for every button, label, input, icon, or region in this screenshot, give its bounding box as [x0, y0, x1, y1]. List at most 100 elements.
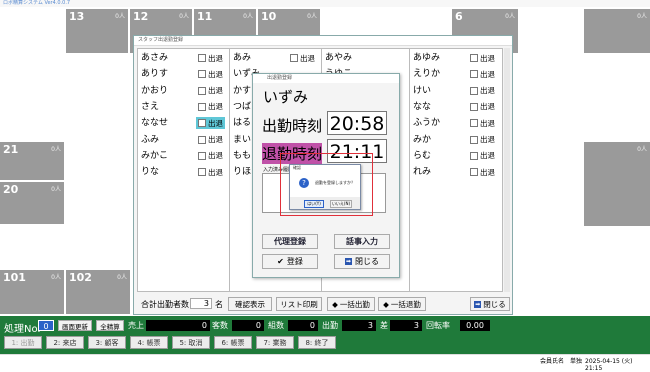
staff-name[interactable]: あゆみ	[413, 51, 440, 65]
groups-label: 組数	[268, 321, 284, 330]
attendance-toggle[interactable]: 出退	[468, 85, 497, 97]
staff-scrollbar[interactable]	[504, 48, 510, 292]
staff-name[interactable]: はる	[233, 116, 251, 130]
seat-tile-101[interactable]: 101 0人	[0, 270, 64, 314]
staff-name[interactable]: りな	[141, 165, 159, 179]
confirm-no-button[interactable]: いいえ(N)	[330, 200, 352, 208]
function-key-8[interactable]: 8: 終了	[298, 336, 336, 349]
attendance-status: 出退	[300, 53, 315, 63]
checkbox-icon	[470, 151, 478, 160]
staff-close-label: 閉じる	[483, 299, 506, 309]
seat-tile-20[interactable]: 20 0人	[0, 182, 64, 224]
attendance-toggle[interactable]: 出退	[196, 150, 225, 162]
screen-update-button[interactable]: 画面更新	[58, 320, 92, 331]
attendance-status: 出退	[480, 118, 495, 128]
register-button[interactable]: ✔ 登録	[262, 254, 318, 269]
staff-name[interactable]: りほ	[233, 165, 251, 179]
function-key-6[interactable]: 6: 帳票	[214, 336, 252, 349]
function-key-5[interactable]: 5: 取消	[172, 336, 210, 349]
total-calc-button[interactable]: 全精算	[96, 320, 124, 331]
staff-name[interactable]: あみ	[233, 51, 251, 65]
staff-name[interactable]: えりか	[413, 67, 440, 81]
detail-close-button[interactable]: ➡ 閉じる	[334, 254, 390, 269]
door-icon: ➡	[474, 300, 482, 308]
checkmark-icon: ✔	[277, 257, 284, 266]
seat-tile-13[interactable]: 13 0人	[66, 9, 128, 53]
seat-count: 0人	[179, 13, 189, 20]
checkbox-icon	[198, 70, 206, 79]
staff-name[interactable]: みか	[413, 133, 431, 147]
proc-label: 処理No.	[4, 324, 41, 335]
staff-name[interactable]: ななせ	[141, 116, 168, 130]
seat-count: 0人	[117, 274, 127, 281]
attendance-status: 出退	[208, 53, 223, 63]
bulk-in-button[interactable]: ◆ 一括出勤	[327, 297, 375, 311]
staff-name[interactable]: あやみ	[325, 51, 352, 65]
staff-name[interactable]: ありす	[141, 67, 168, 81]
confirm-display-button[interactable]: 確認表示	[228, 297, 272, 311]
attendance-toggle[interactable]: 出退	[468, 117, 497, 129]
attendance-toggle[interactable]: 出退	[196, 134, 225, 146]
attendance-toggle[interactable]: 出退	[196, 101, 225, 113]
attendance-toggle[interactable]: 出退	[468, 101, 497, 113]
seat-count: 0人	[115, 13, 125, 20]
staff-name[interactable]: けい	[413, 84, 431, 98]
attendance-toggle[interactable]: 出退	[468, 166, 497, 178]
attendance-toggle[interactable]: 出退	[468, 52, 497, 64]
seat-tile-21[interactable]: 21 0人	[0, 142, 64, 180]
staff-name[interactable]: れみ	[413, 165, 431, 179]
staff-name[interactable]: かす	[233, 84, 251, 98]
staff-window-title: スタッフ出退勤登録	[138, 37, 184, 43]
attendance-toggle[interactable]: 出退	[288, 52, 317, 64]
checkbox-icon	[470, 102, 478, 111]
staff-name[interactable]: かおり	[141, 84, 168, 98]
checkbox-icon	[198, 54, 206, 62]
confirm-yes-button[interactable]: はい(Y)	[304, 200, 324, 208]
proxy-register-button[interactable]: 代理登録	[262, 234, 318, 249]
checkbox-icon	[470, 168, 478, 177]
staff-name[interactable]: あさみ	[141, 51, 168, 65]
attendance-toggle[interactable]: 出退	[196, 68, 225, 80]
seat-tile-right-top[interactable]: 0人	[584, 9, 650, 53]
seat-tile-right-mid[interactable]: 0人	[584, 142, 650, 226]
staff-window-titlebar: スタッフ出退勤登録	[134, 36, 512, 46]
seat-tile-102[interactable]: 102 0人	[66, 270, 130, 314]
staff-name[interactable]: なな	[413, 100, 431, 114]
staff-name[interactable]: まい	[233, 133, 251, 147]
staff-name[interactable]: ふうか	[413, 116, 440, 130]
seat-number: 10	[261, 10, 277, 23]
attendance-toggle[interactable]: 出退	[468, 68, 497, 80]
staff-name[interactable]: らむ	[413, 149, 431, 163]
function-key-3[interactable]: 3: 顧客	[88, 336, 126, 349]
function-key-7[interactable]: 7: 業務	[256, 336, 294, 349]
attendance-status: 出退	[208, 102, 223, 112]
question-icon: ?	[299, 178, 309, 188]
checkbox-icon	[198, 102, 206, 111]
attendance-toggle[interactable]: 出退	[196, 52, 225, 64]
seat-count: 0人	[51, 186, 61, 193]
staff-name[interactable]: みかこ	[141, 149, 168, 163]
proc-value[interactable]: 0	[38, 320, 54, 331]
diary-input-button[interactable]: 話事入力	[334, 234, 390, 249]
list-print-button[interactable]: リスト印刷	[276, 297, 322, 311]
staff-close-button[interactable]: ➡ 閉じる	[470, 297, 510, 311]
attendance-toggle[interactable]: 出退	[196, 117, 225, 130]
staff-name[interactable]: ふみ	[141, 133, 159, 147]
attendance-status: 出退	[208, 135, 223, 144]
attendance-toggle[interactable]: 出退	[196, 166, 225, 178]
in-time-value: 20:58	[327, 111, 387, 135]
confirm-title: 確認	[293, 165, 301, 170]
function-key-4[interactable]: 4: 帳票	[130, 336, 168, 349]
bulk-out-button[interactable]: ◆ 一括退勤	[378, 297, 426, 311]
detail-staff-name: いずみ	[263, 88, 309, 106]
attendance-status: 出退	[480, 102, 495, 112]
function-key-1[interactable]: 1: 出勤	[4, 336, 42, 349]
staff-name[interactable]: もも	[233, 149, 251, 163]
attendance-toggle[interactable]: 出退	[468, 134, 497, 146]
staff-name[interactable]: さえ	[141, 100, 159, 114]
seat-number: 101	[3, 271, 26, 284]
function-key-2[interactable]: 2: 来店	[46, 336, 84, 349]
staff-name[interactable]: つば	[233, 100, 251, 114]
attendance-toggle[interactable]: 出退	[196, 85, 225, 97]
attendance-toggle[interactable]: 出退	[468, 150, 497, 162]
